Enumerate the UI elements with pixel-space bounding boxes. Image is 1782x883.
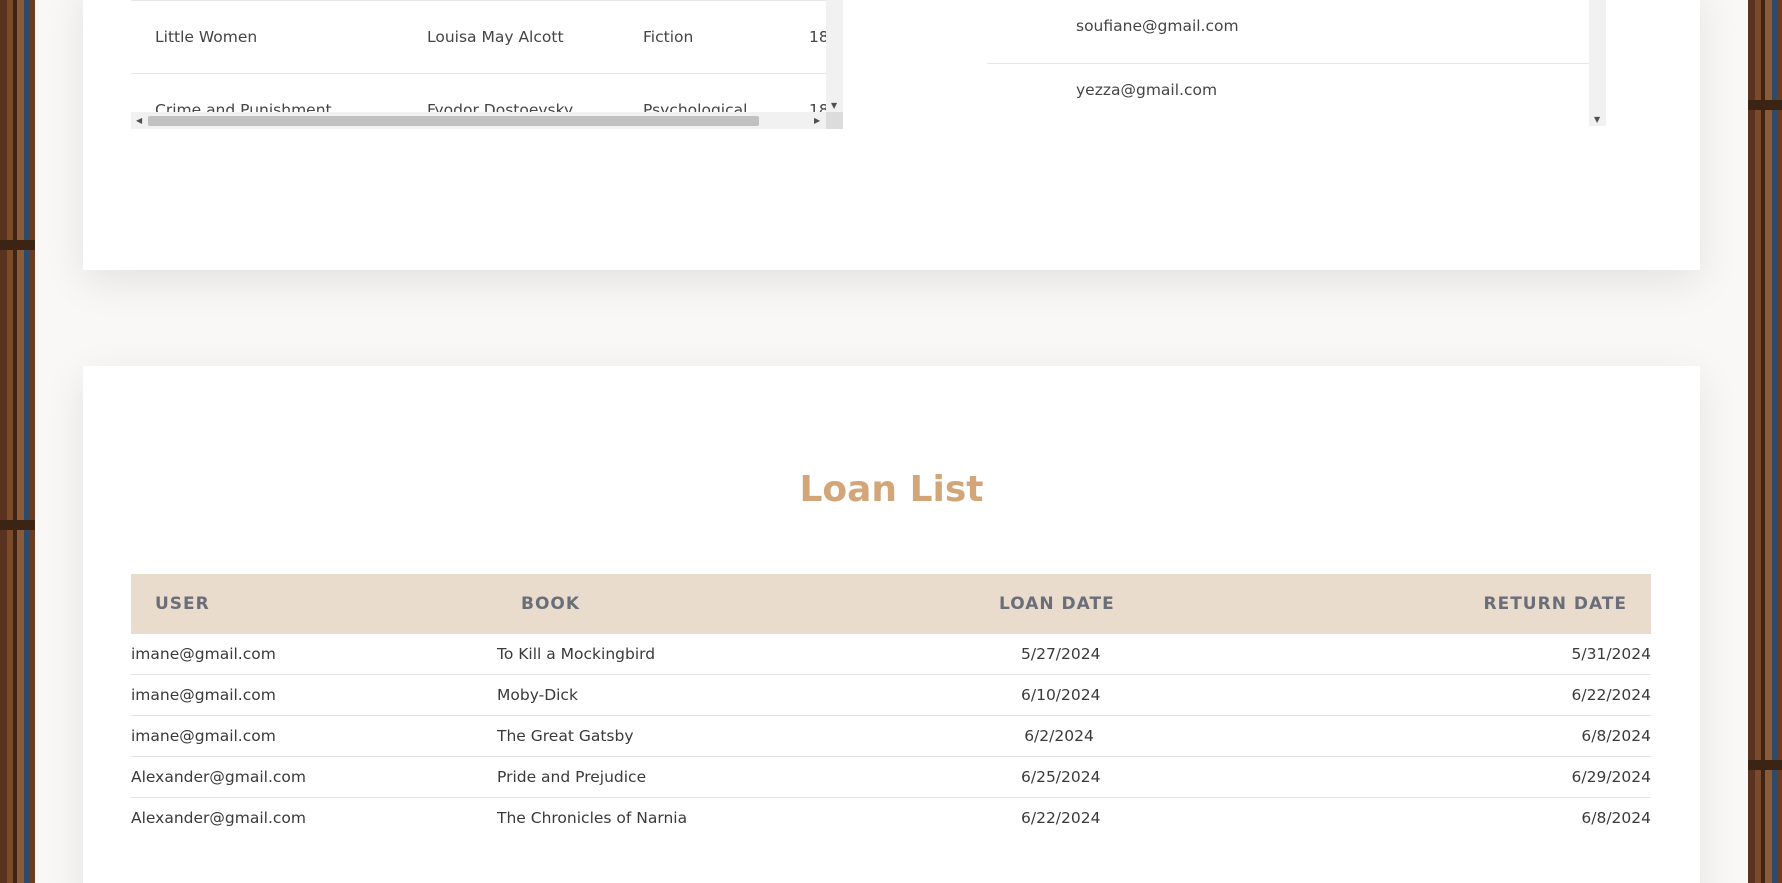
bookshelf-background-left bbox=[0, 0, 35, 883]
table-row[interactable]: Alexander@gmail.com The Chronicles of Na… bbox=[131, 798, 1651, 839]
bookshelf-background-right bbox=[1748, 0, 1782, 883]
loan-book-cell: The Chronicles of Narnia bbox=[497, 809, 688, 827]
table-row[interactable]: Alexander@gmail.com Pride and Prejudice … bbox=[131, 757, 1651, 798]
loan-book-cell: Pride and Prejudice bbox=[497, 768, 647, 786]
loan-user-cell: imane@gmail.com bbox=[131, 645, 276, 663]
user-email: soufiane@gmail.com bbox=[1076, 17, 1239, 35]
loan-book-cell: Moby-Dick bbox=[497, 686, 578, 704]
loan-table-header: USER BOOK LOAN DATE RETURN DATE bbox=[131, 574, 1651, 634]
table-row[interactable]: imane@gmail.com Moby-Dick 6/10/2024 6/22… bbox=[131, 675, 1651, 716]
vertical-scrollbar[interactable]: ▼ bbox=[826, 0, 843, 112]
scroll-left-arrow-icon[interactable]: ◀ bbox=[136, 117, 142, 125]
scroll-right-arrow-icon[interactable]: ▶ bbox=[814, 117, 820, 125]
return-date-cell: 6/22/2024 bbox=[1571, 686, 1651, 704]
scrollbar-corner bbox=[826, 112, 843, 129]
users-email-list[interactable]: soufiane@gmail.com yezza@gmail.com ▼ bbox=[987, 0, 1606, 126]
return-date-cell: 6/29/2024 bbox=[1571, 768, 1651, 786]
scroll-down-arrow-icon[interactable]: ▼ bbox=[831, 102, 837, 110]
loan-user-cell: Alexander@gmail.com bbox=[131, 768, 306, 786]
return-date-cell: 6/8/2024 bbox=[1581, 809, 1651, 827]
loan-user-cell: imane@gmail.com bbox=[131, 686, 276, 704]
user-email: yezza@gmail.com bbox=[1076, 81, 1218, 99]
loan-book-cell: To Kill a Mockingbird bbox=[497, 645, 656, 663]
loan-date-cell: 6/2/2024 bbox=[1024, 727, 1094, 745]
column-header-return-date: RETURN DATE bbox=[1483, 594, 1627, 614]
vertical-scrollbar[interactable]: ▼ bbox=[1589, 0, 1606, 126]
books-table[interactable]: Little Women Louisa May Alcott Fiction 1… bbox=[131, 0, 843, 130]
page-title: Loan List bbox=[799, 469, 984, 510]
column-header-book: BOOK bbox=[521, 594, 581, 614]
loan-date-cell: 5/27/2024 bbox=[1021, 645, 1101, 663]
loan-date-cell: 6/10/2024 bbox=[1021, 686, 1101, 704]
loan-date-cell: 6/22/2024 bbox=[1021, 809, 1101, 827]
book-author-cell: Louisa May Alcott bbox=[427, 28, 564, 46]
column-header-user: USER bbox=[155, 594, 210, 614]
table-row[interactable]: Little Women Louisa May Alcott Fiction 1… bbox=[131, 0, 829, 73]
table-row[interactable]: imane@gmail.com The Great Gatsby 6/2/202… bbox=[131, 716, 1651, 757]
scroll-down-arrow-icon[interactable]: ▼ bbox=[1594, 116, 1600, 124]
loan-book-cell: The Great Gatsby bbox=[497, 727, 634, 745]
column-header-loan-date: LOAN DATE bbox=[999, 594, 1115, 614]
return-date-cell: 6/8/2024 bbox=[1581, 727, 1651, 745]
return-date-cell: 5/31/2024 bbox=[1571, 645, 1651, 663]
book-title-cell: Little Women bbox=[155, 28, 258, 46]
loan-user-cell: imane@gmail.com bbox=[131, 727, 276, 745]
horizontal-scrollbar[interactable]: ◀ ▶ bbox=[131, 112, 826, 129]
loan-date-cell: 6/25/2024 bbox=[1021, 768, 1101, 786]
book-genre-cell: Fiction bbox=[643, 28, 694, 46]
table-row[interactable]: imane@gmail.com To Kill a Mockingbird 5/… bbox=[131, 634, 1651, 675]
books-users-card: Little Women Louisa May Alcott Fiction 1… bbox=[83, 0, 1700, 270]
loan-list-card: Loan List USER BOOK LOAN DATE RETURN DAT… bbox=[83, 366, 1700, 883]
horizontal-scroll-thumb[interactable] bbox=[148, 116, 759, 126]
loan-user-cell: Alexander@gmail.com bbox=[131, 809, 306, 827]
list-item[interactable]: yezza@gmail.com bbox=[987, 63, 1589, 126]
